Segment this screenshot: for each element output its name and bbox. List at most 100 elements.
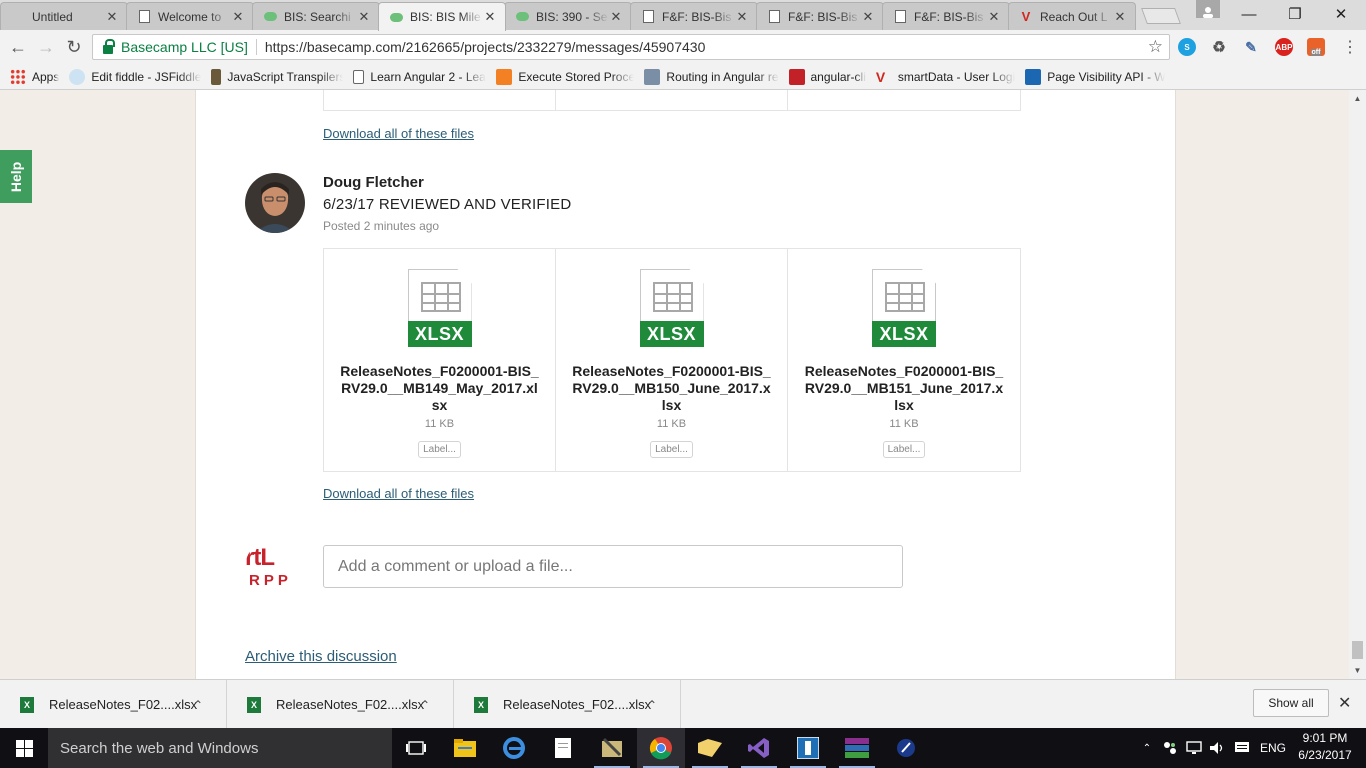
scroll-up-icon[interactable]: ▲ [1349,90,1366,107]
download-all-link[interactable]: Download all of these files [323,126,474,141]
chevron-up-icon[interactable]: ⌃ [420,698,430,712]
skype-icon[interactable]: S [1178,38,1196,56]
file-explorer-icon[interactable] [441,728,489,768]
close-tab-icon[interactable]: ✕ [609,9,623,25]
file-name[interactable]: ReleaseNotes_F0200001-BIS_RV29.0__MB149_… [340,363,540,414]
url-text[interactable]: https://basecamp.com/2162665/projects/23… [265,39,706,55]
attachment-cell[interactable]: XLSX ReleaseNotes_F0200001-BIS_RV29.0__M… [556,249,788,471]
address-bar[interactable]: Basecamp LLC [US] https://basecamp.com/2… [92,34,1170,60]
browser-tab[interactable]: Welcome to ✕ [126,2,254,30]
close-tab-icon[interactable]: ✕ [861,9,875,25]
avatar[interactable] [245,173,305,233]
bookmark-stored-proc[interactable]: Execute Stored Proced [496,68,634,85]
bookmark-star-icon[interactable]: ☆ [1148,37,1163,57]
bookmark-page-visibility[interactable]: Page Visibility API - W [1025,68,1165,85]
excel-file-icon[interactable]: XLSX [872,269,936,347]
new-tab-button[interactable] [1141,8,1181,24]
ssms-icon[interactable] [588,728,636,768]
browser-tab[interactable]: BIS: Searchi ✕ [252,2,380,30]
notepad-icon[interactable] [539,728,587,768]
comment-input[interactable]: Add a comment or upload a file... [323,545,903,588]
chevron-up-icon[interactable]: ⌃ [193,698,203,712]
label-button[interactable]: Label... [650,441,693,458]
browser-tab[interactable]: V Reach Out L ✕ [1008,2,1136,30]
winrar-icon[interactable] [833,728,881,768]
volume-icon[interactable] [1207,728,1227,768]
tray-network-app-icon[interactable] [1160,728,1180,768]
app-circle-icon[interactable] [882,728,930,768]
menu-kebab-icon[interactable]: ⋮ [1338,35,1362,59]
attachment-cell[interactable]: XLSX ReleaseNotes_F0200001-BIS_RV29.0__M… [324,249,556,471]
posted-time-value[interactable]: 2 minutes ago [364,219,439,233]
chevron-up-icon[interactable]: ⌃ [647,698,657,712]
edge-icon[interactable] [490,728,538,768]
browser-tab[interactable]: Untitled ✕ [0,2,128,30]
help-label: Help [8,161,24,192]
task-view-icon[interactable] [392,728,440,768]
language-indicator[interactable]: ENG [1258,728,1288,768]
chrome-icon[interactable] [637,728,685,768]
attachment-cell[interactable]: XLSX ReleaseNotes_F0200001-BIS_RV29.0__M… [788,249,1020,471]
browser-tab[interactable]: F&F: BIS-Bis ✕ [882,2,1010,30]
label-button[interactable]: Label... [882,441,926,458]
bookmark-routing[interactable]: Routing in Angular re [644,68,779,85]
bookmark-apps[interactable]: Apps [10,68,59,85]
eyedropper-icon[interactable]: ✎ [1242,38,1260,56]
excel-file-icon[interactable]: XLSX [639,269,704,347]
bookmark-jsfiddle[interactable]: Edit fiddle - JSFiddle [69,68,201,85]
show-all-button[interactable]: Show all [1253,689,1329,717]
help-tab[interactable]: Help [0,150,32,203]
download-item[interactable]: X ReleaseNotes_F02....xlsx ⌃ [227,680,454,729]
file-name[interactable]: ReleaseNotes_F0200001-BIS_RV29.0__MB151_… [804,363,1004,414]
remote-app-icon[interactable] [784,728,832,768]
excel-file-icon[interactable]: XLSX [407,269,472,347]
file-name[interactable]: ReleaseNotes_F0200001-BIS_RV29.0__MB150_… [572,363,772,414]
close-tab-icon[interactable]: ✕ [105,9,119,25]
window-close-button[interactable]: ✕ [1318,0,1364,28]
browser-tab[interactable]: F&F: BIS-Bis ✕ [630,2,758,30]
back-arrow-icon[interactable]: ← [6,35,30,59]
document-icon [137,10,151,24]
browser-tab[interactable]: BIS: 390 - Se ✕ [504,2,632,30]
person-icon [211,68,222,85]
close-tab-icon[interactable]: ✕ [987,9,1001,25]
tray-chevron-icon[interactable]: ⌃ [1138,728,1156,768]
taskbar-search[interactable]: Search the web and Windows [48,728,392,768]
close-icon[interactable]: ✕ [1338,693,1351,713]
windows-start-icon[interactable] [0,728,48,768]
label-button[interactable]: Label... [418,441,461,458]
bookmark-transpilers[interactable]: JavaScript Transpilers: [211,68,343,85]
recycle-icon[interactable]: ♻ [1210,38,1228,56]
archive-discussion-link[interactable]: Archive this discussion [245,648,397,665]
scroll-down-icon[interactable]: ▼ [1349,662,1366,679]
document-icon [767,10,781,24]
download-item[interactable]: X ReleaseNotes_F02....xlsx ⌃ [0,680,227,729]
close-tab-icon[interactable]: ✕ [357,9,371,25]
action-center-icon[interactable] [1232,728,1252,768]
restore-button[interactable]: ❐ [1272,0,1318,28]
bookmark-smartdata[interactable]: V smartData - User Logi [876,69,1015,85]
profile-icon[interactable] [1196,0,1220,18]
download-all-link[interactable]: Download all of these files [323,486,474,501]
close-tab-icon[interactable]: ✕ [231,9,245,25]
folders-icon[interactable] [686,728,734,768]
bookmark-angular-cli[interactable]: angular-cli [788,68,866,85]
close-tab-icon[interactable]: ✕ [735,9,749,25]
forward-arrow-icon[interactable]: → [34,35,58,59]
adblock-icon[interactable]: ABP [1275,38,1293,56]
network-icon[interactable] [1184,728,1204,768]
close-tab-icon[interactable]: ✕ [483,9,497,25]
bookmark-learn-angular[interactable]: Learn Angular 2 - Lear [353,69,486,84]
browser-tab[interactable]: F&F: BIS-Bis ✕ [756,2,884,30]
extension-off-icon[interactable]: off [1307,38,1325,56]
scrollbar-thumb[interactable] [1352,641,1363,659]
reload-icon[interactable]: ↻ [62,35,86,59]
visual-studio-icon[interactable] [735,728,783,768]
download-item[interactable]: X ReleaseNotes_F02....xlsx ⌃ [454,680,681,729]
close-tab-icon[interactable]: ✕ [1113,9,1127,25]
page-scrollbar[interactable]: ▲ ▼ [1349,90,1366,679]
browser-tab-active[interactable]: BIS: BIS Mile ✕ [378,2,506,31]
taskbar-clock[interactable]: 9:01 PM 6/23/2017 [1290,730,1360,764]
browser-toolbar: ← → ↻ Basecamp LLC [US] https://basecamp… [0,30,1366,64]
minimize-button[interactable]: — [1226,0,1272,28]
